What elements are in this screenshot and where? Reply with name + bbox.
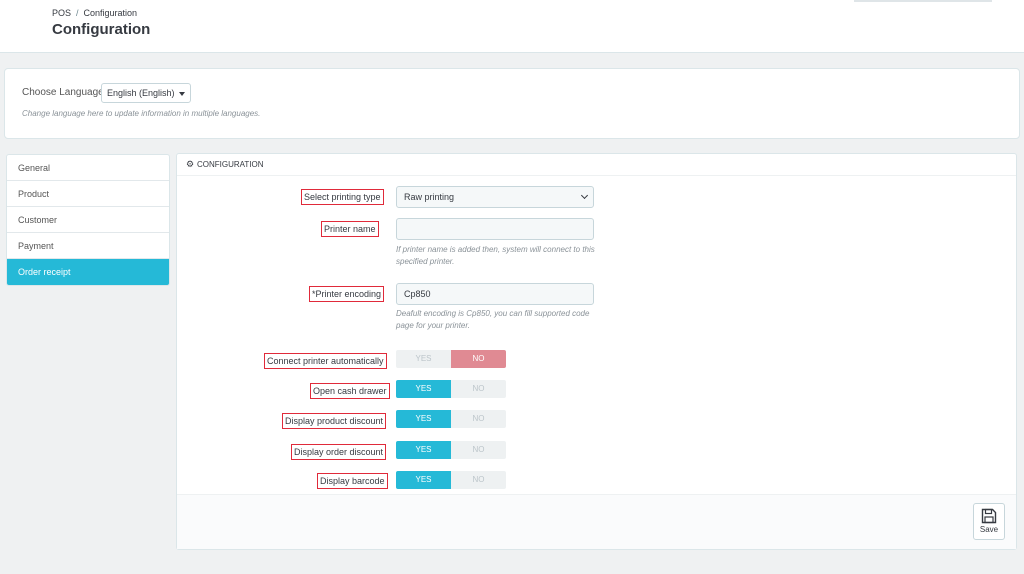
breadcrumb: POS / Configuration [52,8,137,18]
toggle-no[interactable]: NO [451,441,506,459]
floppy-disk-icon [981,508,997,524]
toggle-no[interactable]: NO [451,350,506,368]
breadcrumb-separator: / [76,8,79,18]
barcode-toggle[interactable]: YES NO [396,471,506,489]
panel-footer: Save [177,494,1016,549]
product-discount-label: Display product discount [282,413,387,429]
toggle-yes[interactable]: YES [396,380,451,398]
toggle-yes[interactable]: YES [396,350,451,368]
printer-encoding-help: Deafult encoding is Cp850, you can fill … [396,309,590,330]
panel-heading-title: CONFIGURATION [197,160,264,169]
connect-printer-label: Connect printer automatically [264,353,387,369]
printer-name-help: If printer name is added then, system wi… [396,245,595,266]
printing-type-select[interactable]: Raw printing [396,186,594,208]
connect-printer-toggle[interactable]: YES NO [396,350,506,368]
order-discount-toggle[interactable]: YES NO [396,441,506,459]
language-dropdown[interactable]: English (English) [101,83,192,103]
sidebar-item-customer[interactable]: Customer [7,207,169,233]
config-sidebar: General Product Customer Payment Order r… [6,154,170,286]
page-header: POS / Configuration Configuration [0,0,1024,53]
toggle-yes[interactable]: YES [396,471,451,489]
sidebar-item-payment[interactable]: Payment [7,233,169,259]
printer-name-input[interactable] [396,218,594,240]
toggle-yes[interactable]: YES [396,441,451,459]
printing-type-value: Raw printing [404,192,455,202]
toggle-no[interactable]: NO [451,410,506,428]
configuration-panel: ⚙ CONFIGURATION Select printing type Raw … [176,153,1017,550]
chevron-down-icon [580,191,589,200]
cogs-icon: ⚙ [185,159,195,169]
toggle-no[interactable]: NO [451,380,506,398]
save-button[interactable]: Save [973,503,1005,540]
toggle-no[interactable]: NO [451,471,506,489]
barcode-label: Display barcode [317,473,388,489]
cash-drawer-toggle[interactable]: YES NO [396,380,506,398]
page-title: Configuration [52,21,151,38]
language-card: Choose Language English (English) Change… [4,68,1020,139]
sidebar-item-product[interactable]: Product [7,181,169,207]
sidebar-item-order-receipt[interactable]: Order receipt [7,259,169,285]
language-label: Choose Language [22,87,104,98]
printer-name-label: Printer name [321,221,379,237]
printer-encoding-input[interactable] [396,283,594,305]
printing-type-label: Select printing type [301,189,384,205]
sidebar-item-general[interactable]: General [7,155,169,181]
language-selected: English (English) [107,88,175,98]
breadcrumb-configuration: Configuration [83,8,138,18]
product-discount-toggle[interactable]: YES NO [396,410,506,428]
caret-down-icon [179,91,186,96]
save-label: Save [979,525,999,534]
header-decoration [854,0,992,2]
language-help: Change language here to update informati… [22,109,261,118]
panel-heading: ⚙ CONFIGURATION [177,154,1016,176]
order-discount-label: Display order discount [291,444,387,460]
printer-encoding-label: *Printer encoding [309,286,385,302]
breadcrumb-pos[interactable]: POS [52,8,71,18]
toggle-yes[interactable]: YES [396,410,451,428]
cash-drawer-label: Open cash drawer [310,383,390,399]
